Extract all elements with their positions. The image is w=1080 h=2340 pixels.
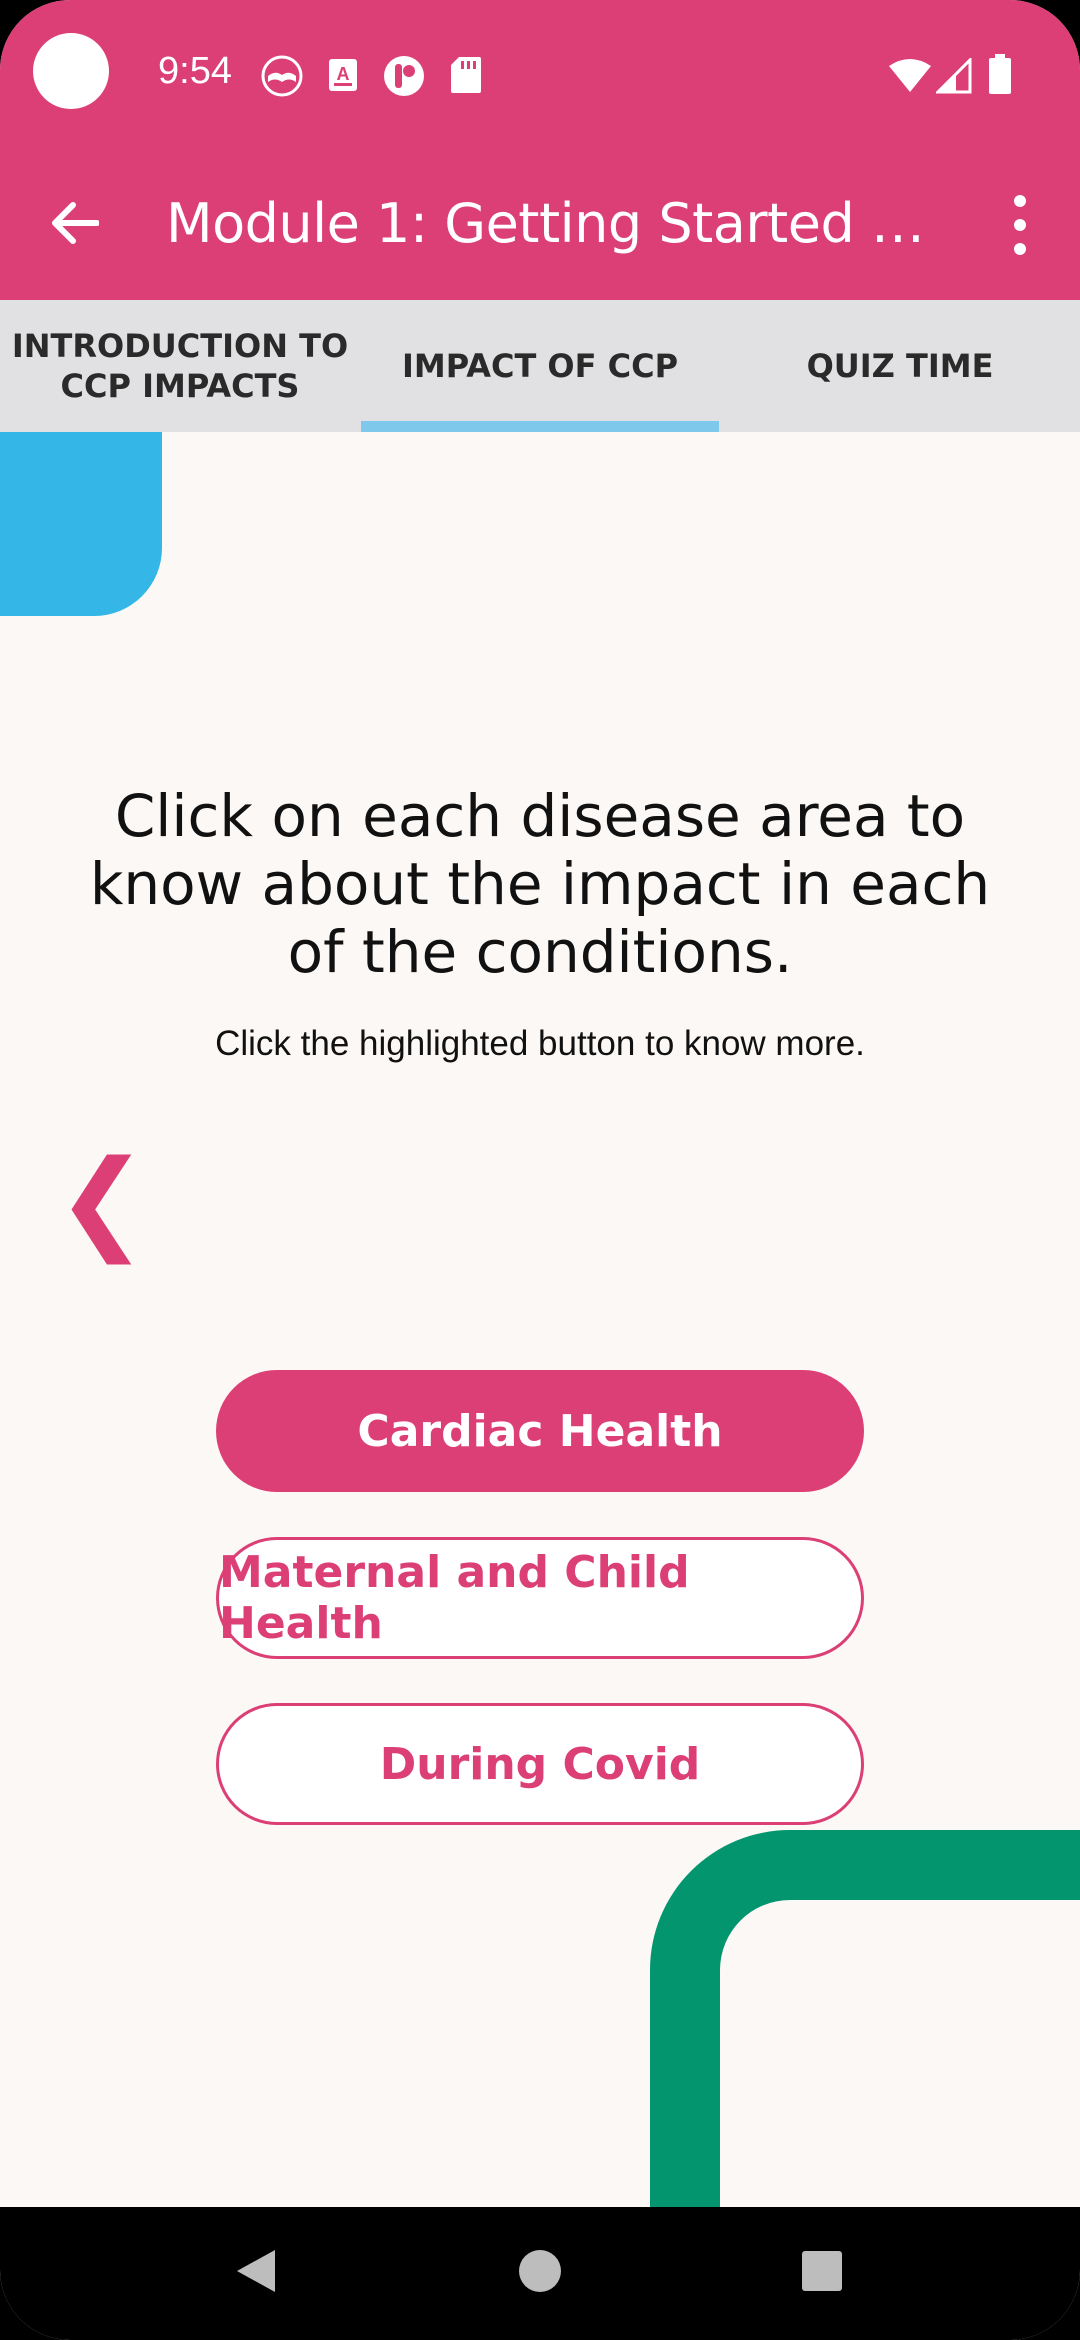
sd-card-icon <box>450 56 482 99</box>
nav-recents-button[interactable] <box>792 2243 852 2303</box>
nav-back-button[interactable] <box>226 2243 286 2303</box>
maternal-and-child-health-button[interactable]: Maternal and Child Health <box>216 1537 864 1659</box>
wifi-icon <box>888 58 932 99</box>
app-screen: 9:54 A Module 1: Getting Started with...… <box>0 0 1080 2340</box>
status-bar: 9:54 A <box>0 0 1080 150</box>
app-bar: Module 1: Getting Started with... <box>0 150 1080 300</box>
battery-icon <box>988 54 1012 99</box>
tab-bar: INTRODUCTION TO CCP IMPACTS IMPACT OF CC… <box>0 300 1080 432</box>
nav-home-button[interactable] <box>510 2243 570 2303</box>
chevron-left-icon: ❮ <box>55 1136 149 1264</box>
page-title: Module 1: Getting Started with... <box>166 192 966 255</box>
tab-label: IMPACT OF CCP <box>401 347 679 385</box>
svg-text:A: A <box>337 64 350 84</box>
arrow-back-icon <box>51 201 100 250</box>
cellular-signal-icon <box>934 56 972 99</box>
system-navigation-bar <box>0 2207 1080 2340</box>
status-time: 9:54 <box>158 50 232 92</box>
instruction-heading: Click on each disease area to know about… <box>89 782 991 986</box>
more-vert-icon-dot <box>1014 195 1026 207</box>
tab-label: QUIZ TIME <box>806 347 994 385</box>
previous-arrow-button[interactable]: ❮ <box>56 1145 148 1255</box>
active-tab-indicator <box>361 421 719 432</box>
a-notification-icon: A <box>328 58 358 97</box>
button-label: Cardiac Health <box>357 1405 723 1457</box>
more-vert-icon-dot <box>1014 243 1026 255</box>
nav-recents-icon <box>801 2250 843 2297</box>
nav-back-icon <box>235 2248 277 2299</box>
tab-impact-of-ccp[interactable]: IMPACT OF CCP <box>360 300 720 432</box>
more-vert-icon-dot <box>1014 219 1026 231</box>
during-covid-button[interactable]: During Covid <box>216 1703 864 1825</box>
tab-introduction-to-ccp-impacts[interactable]: INTRODUCTION TO CCP IMPACTS <box>0 300 360 432</box>
nav-home-icon <box>518 2249 562 2298</box>
app-notification-icon <box>382 54 426 103</box>
decorative-blue-shape <box>0 432 162 616</box>
cardiac-health-button[interactable]: Cardiac Health <box>216 1370 864 1492</box>
tab-label: INTRODUCTION TO CCP IMPACTS <box>11 327 349 405</box>
overflow-menu-button[interactable] <box>1000 195 1040 255</box>
camera-cutout <box>33 33 109 109</box>
back-button[interactable] <box>40 192 110 258</box>
button-label: Maternal and Child Health <box>219 1547 690 1649</box>
button-label: During Covid <box>379 1738 701 1790</box>
book-notification-icon <box>260 54 304 103</box>
tab-quiz-time[interactable]: QUIZ TIME <box>720 300 1080 432</box>
instruction-subheading: Click the highlighted button to know mor… <box>215 1024 865 1063</box>
